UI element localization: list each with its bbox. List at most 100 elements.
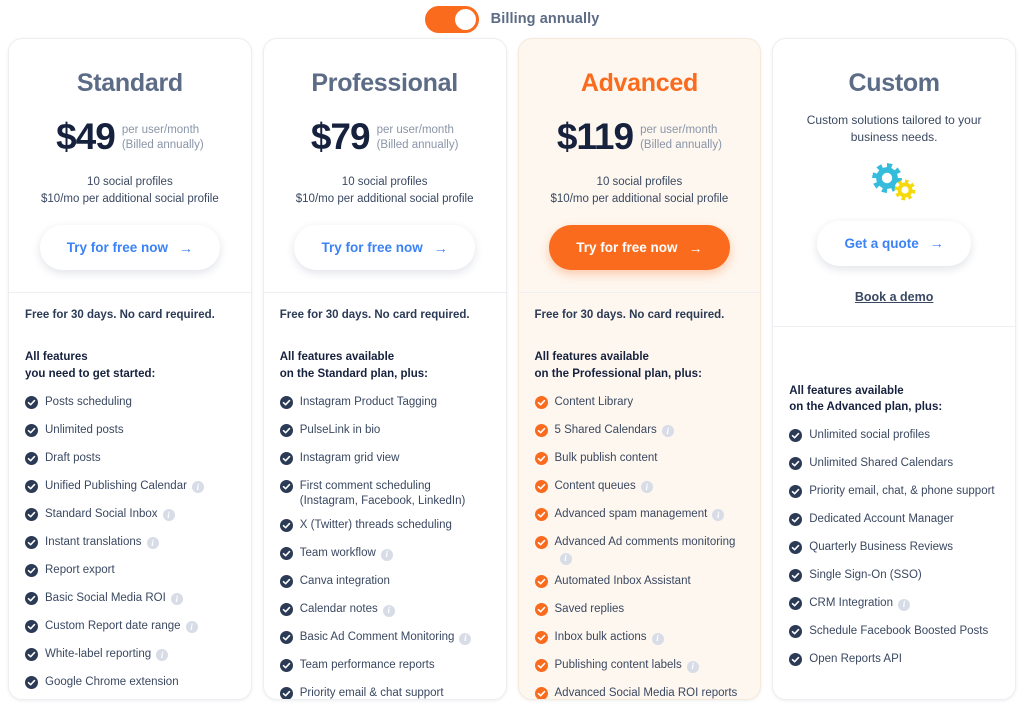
billing-period-toggle[interactable]: [424, 5, 479, 33]
feature-label: Quarterly Business Reviews: [809, 540, 954, 553]
check-icon: [789, 484, 803, 503]
info-icon[interactable]: i: [640, 481, 653, 494]
info-icon[interactable]: i: [686, 661, 699, 674]
check-icon: [534, 451, 548, 470]
list-item: Unlimited Shared Calendars: [789, 451, 999, 479]
feature-label: Standard Social Inbox: [45, 507, 158, 520]
info-icon[interactable]: i: [712, 509, 725, 522]
check-icon: [279, 451, 293, 470]
info-icon[interactable]: i: [191, 481, 204, 494]
feature-label-wrap: PulseLink in bio: [300, 423, 381, 438]
info-icon[interactable]: i: [897, 598, 910, 611]
check-icon: [25, 619, 38, 638]
info-icon[interactable]: i: [380, 549, 393, 562]
list-item: Standard Social Inbox i: [25, 502, 235, 530]
feature-label: Publishing content labels: [554, 659, 682, 672]
list-item: Unified Publishing Calendar i: [25, 474, 235, 502]
list-item: X (Twitter) threads scheduling: [279, 514, 490, 542]
features-heading: All features available on the Advanced pl…: [789, 383, 999, 416]
features-heading-line2: you need to get started:: [25, 367, 156, 380]
list-item: Basic Social Media ROI i: [25, 586, 235, 614]
feature-label-wrap: Inbox bulk actions i: [554, 630, 664, 646]
feature-label: Dedicated Account Manager: [809, 512, 954, 525]
pricing-cards-row: Standard $49 per user/month (Billed annuall…: [0, 38, 1024, 700]
feature-label-wrap: Open Reports API: [809, 652, 902, 667]
list-item: Quarterly Business Reviews: [789, 535, 999, 563]
cta-label: Try for free now: [321, 240, 423, 256]
list-item: Bulk publish content: [534, 446, 745, 474]
feature-label-wrap: Quarterly Business Reviews: [809, 540, 953, 555]
check-icon: [279, 479, 293, 498]
info-icon[interactable]: i: [651, 633, 664, 646]
check-icon: [25, 451, 38, 470]
pricing-card-advanced: Advanced $119 per user/month (Billed annual…: [517, 38, 762, 700]
cta-label: Get a quote: [844, 235, 919, 251]
feature-label-wrap: Advanced Ad comments monitoring i: [555, 535, 745, 566]
list-item: Instagram Product Tagging: [279, 390, 490, 418]
profiles-addon-price: $10/mo per additional social profile: [550, 192, 729, 205]
plan-description: Custom solutions tailored to your busine…: [806, 113, 982, 145]
features-list: Content Library 5 Shared Calendars i Bulk p…: [534, 390, 745, 700]
info-icon[interactable]: i: [559, 552, 572, 565]
feature-label-wrap: Content queues i: [555, 479, 653, 494]
feature-label-wrap: Advanced Social Media ROI reportsi: [554, 686, 745, 700]
feature-label: Advanced spam management: [554, 507, 708, 520]
feature-label: Instagram Product Tagging: [299, 395, 437, 408]
list-item: Instagram grid view: [279, 446, 490, 474]
check-icon: [789, 456, 803, 475]
feature-label-wrap: Priority email, chat, & phone support: [809, 484, 994, 499]
plan-price-meta: per user/month (Billed annually): [377, 119, 459, 153]
feature-label: Advanced Social Media ROI reports: [554, 687, 738, 700]
try-free-button[interactable]: Try for free now →: [294, 225, 475, 271]
features-heading: All features available on the Professiona…: [535, 349, 745, 382]
info-icon[interactable]: i: [146, 537, 159, 550]
check-icon: [534, 575, 548, 593]
plan-profiles: 10 social profiles $10/mo per additional …: [535, 174, 745, 207]
feature-label-wrap: 5 Shared Calendars i: [555, 423, 674, 438]
list-item: Content queues i: [534, 474, 745, 502]
check-icon: [534, 507, 548, 526]
info-icon[interactable]: i: [382, 605, 395, 618]
check-icon: [789, 512, 803, 531]
feature-label: Instagram grid view: [299, 451, 400, 464]
gears-icon: [789, 161, 999, 203]
card-divider: [263, 292, 506, 294]
book-demo-link[interactable]: Book a demo: [789, 290, 999, 304]
list-item: White-label reporting i: [25, 642, 235, 670]
check-icon: [534, 687, 548, 699]
feature-label: Draft posts: [45, 451, 101, 464]
feature-label: Saved replies: [554, 603, 625, 616]
try-free-button[interactable]: Try for free now →: [549, 225, 730, 271]
list-item: Advanced spam management i: [534, 502, 745, 530]
info-icon[interactable]: i: [162, 509, 175, 522]
info-icon[interactable]: i: [156, 649, 169, 662]
feature-label-wrap: Custom Report date range i: [45, 619, 198, 634]
check-icon: [789, 624, 803, 643]
list-item: Advanced Social Media ROI reportsi: [534, 682, 745, 700]
info-icon[interactable]: i: [661, 425, 674, 438]
try-free-button[interactable]: Try for free now →: [39, 225, 221, 271]
toggle-knob: [454, 8, 476, 30]
check-icon: [25, 675, 38, 694]
info-icon[interactable]: i: [459, 633, 472, 646]
get-quote-button[interactable]: Get a quote →: [817, 220, 971, 266]
list-item: PulseLink in bio: [279, 418, 490, 446]
check-icon: [279, 603, 293, 621]
plan-name: Professional: [311, 69, 458, 97]
list-item: Canva integration: [279, 570, 490, 598]
info-icon[interactable]: i: [185, 621, 198, 634]
feature-label: Unlimited posts: [45, 423, 124, 436]
info-icon[interactable]: i: [170, 593, 183, 606]
feature-label: Canva integration: [299, 575, 390, 588]
feature-label: Google Chrome extension: [45, 675, 179, 688]
check-icon: [279, 547, 293, 565]
feature-label-wrap: Publishing content labels i: [554, 658, 699, 674]
list-item: Single Sign-On (SSO): [789, 563, 999, 591]
feature-label: Inbox bulk actions: [554, 631, 647, 644]
price-billing-note: (Billed annually): [640, 139, 722, 151]
feature-label: Report export: [45, 563, 115, 576]
feature-label: Posts scheduling: [45, 395, 132, 408]
plan-price-row: $49 per user/month (Billed annually): [25, 114, 235, 158]
features-heading-line1: All features available: [789, 384, 904, 397]
feature-label: White-label reporting: [45, 647, 152, 660]
